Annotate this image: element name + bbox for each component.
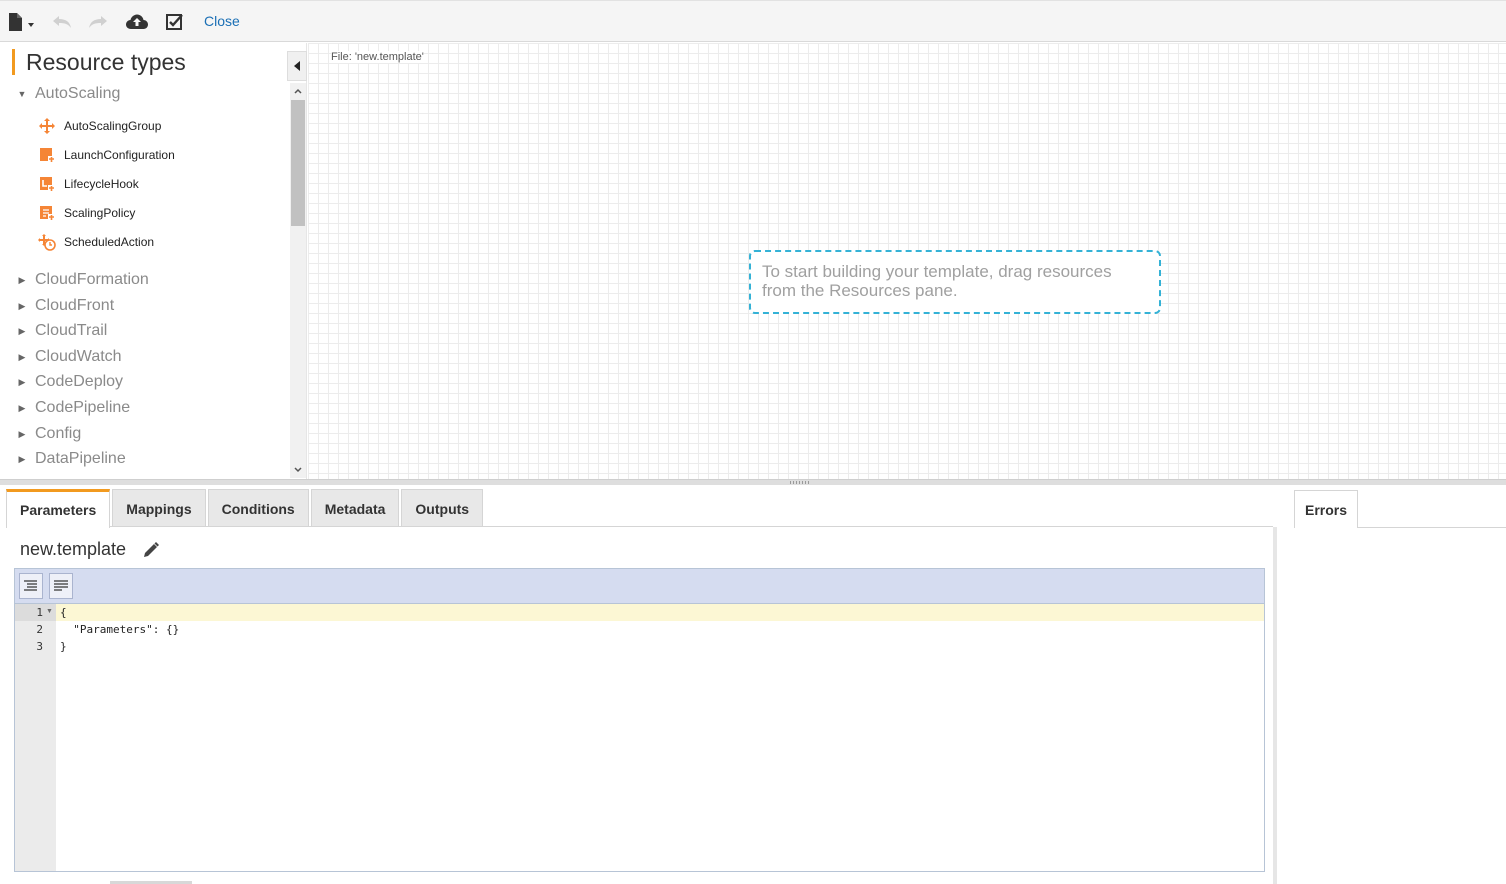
- tab-outputs[interactable]: Outputs: [401, 489, 484, 527]
- file-name-label: File: 'new.template': [331, 51, 424, 63]
- errors-divider: [1358, 527, 1506, 528]
- undo-icon[interactable]: [50, 10, 74, 34]
- collapse-panel-button[interactable]: [287, 51, 307, 81]
- scaling-policy-icon: [38, 204, 56, 222]
- tabs-divider: [6, 526, 1273, 527]
- scroll-up-arrow[interactable]: [290, 83, 306, 99]
- section-tabs: Parameters Mappings Conditions Metadata …: [6, 489, 485, 528]
- top-toolbar: Close: [0, 0, 1506, 42]
- active-line-highlight: [56, 604, 1264, 621]
- fold-caret-icon[interactable]: ▼: [46, 608, 53, 615]
- caret-right-icon: ▶: [18, 300, 26, 311]
- tab-errors[interactable]: Errors: [1294, 490, 1358, 528]
- validate-icon[interactable]: [163, 10, 187, 34]
- resource-item[interactable]: ScheduledAction: [38, 233, 154, 251]
- group-cloudtrail[interactable]: ▶ CloudTrail: [16, 322, 108, 340]
- file-menu-icon[interactable]: [6, 10, 36, 34]
- group-autoscaling[interactable]: ▼ AutoScaling: [16, 85, 121, 103]
- group-cloudwatch[interactable]: ▶ CloudWatch: [16, 348, 122, 366]
- code-line[interactable]: {: [60, 606, 67, 619]
- tab-mappings[interactable]: Mappings: [112, 489, 206, 527]
- group-cloudfront[interactable]: ▶ CloudFront: [16, 297, 115, 315]
- caret-left-icon: [294, 61, 300, 71]
- caret-right-icon: ▶: [18, 325, 26, 336]
- resource-types-panel: Resource types ▼ AutoScaling AutoScaling…: [0, 43, 307, 479]
- panel-title: Resource types: [12, 49, 186, 75]
- group-datapipeline[interactable]: ▶ DataPipeline: [16, 450, 126, 468]
- caret-right-icon: ▶: [18, 274, 26, 285]
- tab-conditions[interactable]: Conditions: [207, 489, 309, 527]
- template-name: new.template: [20, 539, 160, 560]
- design-canvas[interactable]: File: 'new.template' To start building y…: [308, 43, 1506, 479]
- autoscaling-group-icon: [38, 117, 56, 135]
- resource-item[interactable]: LifecycleHook: [38, 175, 139, 193]
- lifecycle-hook-icon: [38, 175, 56, 193]
- caret-right-icon: ▶: [18, 428, 26, 439]
- scroll-down-arrow[interactable]: [290, 462, 306, 478]
- edit-pencil-icon[interactable]: [142, 541, 160, 559]
- compact-icon[interactable]: [49, 573, 73, 599]
- group-codepipeline[interactable]: ▶ CodePipeline: [16, 399, 131, 417]
- close-button[interactable]: Close: [204, 13, 240, 29]
- pane-vertical-divider[interactable]: [1273, 527, 1277, 884]
- json-editor[interactable]: 1 ▼ { 2 "Parameters": {} 3 }: [14, 568, 1265, 872]
- splitter-grip-icon[interactable]: [790, 481, 810, 484]
- tab-parameters[interactable]: Parameters: [6, 489, 111, 528]
- code-line[interactable]: }: [60, 640, 67, 653]
- redo-icon[interactable]: [86, 10, 110, 34]
- scheduled-action-icon: [38, 233, 56, 251]
- group-config[interactable]: ▶ Config: [16, 425, 82, 443]
- resource-item[interactable]: ScalingPolicy: [38, 204, 135, 222]
- group-codedeploy[interactable]: ▶ CodeDeploy: [16, 373, 124, 391]
- drag-hint-box: To start building your template, drag re…: [749, 250, 1161, 314]
- cloud-upload-icon[interactable]: [124, 10, 150, 34]
- resource-item[interactable]: AutoScalingGroup: [38, 117, 161, 135]
- caret-right-icon: ▶: [18, 453, 26, 464]
- caret-right-icon: ▶: [18, 376, 26, 387]
- bottom-pane: Parameters Mappings Conditions Metadata …: [0, 485, 1506, 884]
- launch-configuration-icon: [38, 146, 56, 164]
- resource-scrollbar[interactable]: [290, 83, 306, 478]
- format-icon[interactable]: [19, 573, 43, 599]
- group-cloudformation[interactable]: ▶ CloudFormation: [16, 271, 149, 289]
- caret-right-icon: ▶: [18, 402, 26, 413]
- group-label: AutoScaling: [35, 85, 121, 102]
- resource-item[interactable]: LaunchConfiguration: [38, 146, 175, 164]
- caret-down-icon: ▼: [17, 89, 27, 99]
- tab-metadata[interactable]: Metadata: [310, 489, 400, 527]
- scroll-thumb[interactable]: [291, 100, 305, 226]
- line-number: 2: [36, 623, 43, 636]
- code-line[interactable]: "Parameters": {}: [60, 623, 179, 636]
- editor-toolbar: [15, 569, 1264, 604]
- line-number: 1: [36, 606, 43, 619]
- caret-right-icon: ▶: [18, 351, 26, 362]
- template-name-label: new.template: [20, 539, 127, 559]
- line-number: 3: [36, 640, 43, 653]
